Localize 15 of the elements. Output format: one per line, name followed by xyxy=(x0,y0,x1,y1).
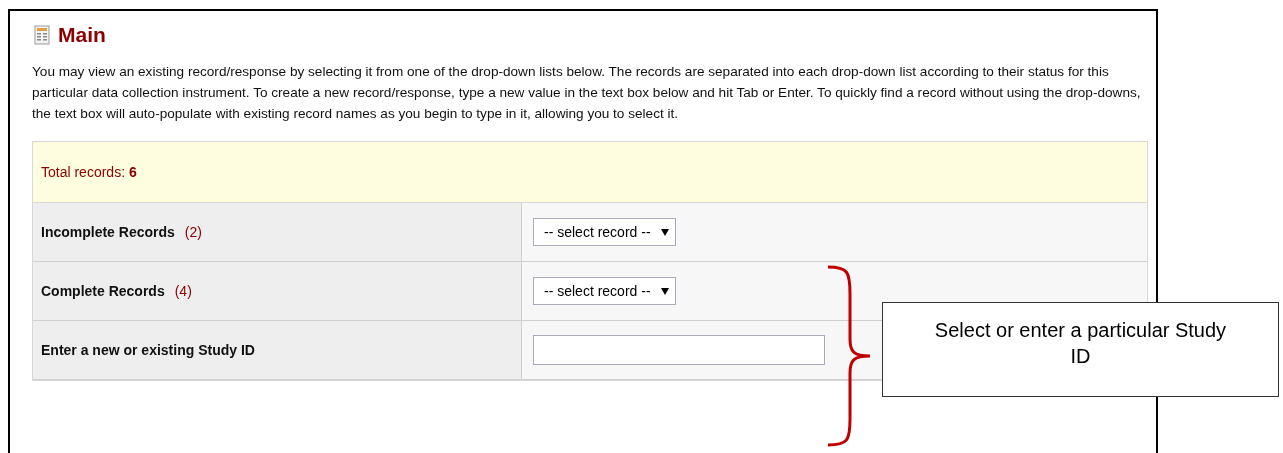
record-dropdown[interactable]: -- select record -- xyxy=(533,277,676,305)
caret-icon xyxy=(660,228,669,236)
caret-icon xyxy=(660,287,669,295)
row-label: Incomplete Records xyxy=(41,224,175,240)
study-id-input[interactable] xyxy=(533,335,825,365)
record-count: (4) xyxy=(174,283,192,299)
record-dropdown[interactable]: -- select record -- xyxy=(533,218,676,246)
record-count: (2) xyxy=(184,224,202,240)
total-records-text: Total records: 6 xyxy=(41,164,137,180)
callout-box: Select or enter a particular Study ID xyxy=(882,302,1279,397)
row-label: Enter a new or existing Study ID xyxy=(41,342,255,358)
form-icon xyxy=(34,25,50,45)
row-label: Complete Records xyxy=(41,283,165,299)
intro-paragraph: You may view an existing record/response by selecting it from one of the drop-down lists below. The records are separated into each drop-down list according to their status for this particular data collection instrument. To create a new record/response, type a new value in the text box below and hit Tab or Enter. To quickly find a record without using the drop-downs, the text box will auto-populate with existing record names as you begin to type in it, allowing you to select it. xyxy=(32,63,1142,123)
page-title: Main xyxy=(58,23,106,47)
